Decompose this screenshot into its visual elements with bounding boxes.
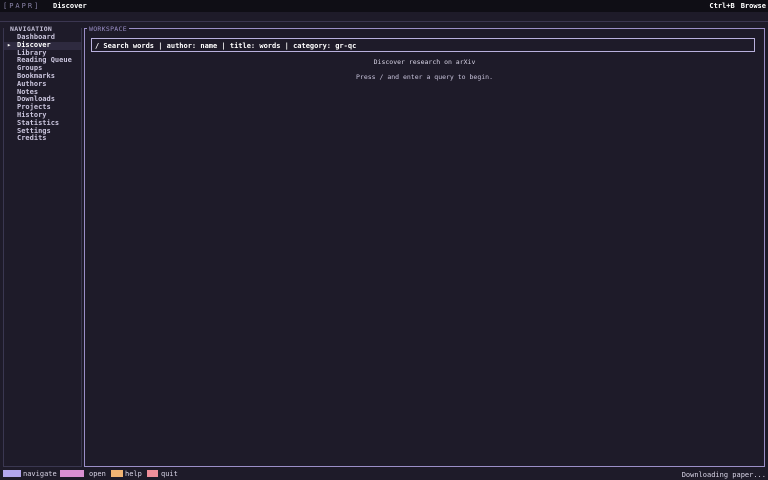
active-marker-icon: ▸	[7, 40, 12, 49]
key-help-label: help	[125, 470, 142, 478]
status-bar: navigate open help quit Downloading paper..…	[0, 468, 768, 480]
shortcut-action: Browse	[740, 2, 766, 10]
sidebar-item-label: Statistics	[17, 118, 60, 127]
key-quit-swatch	[147, 470, 158, 477]
key-quit-label: quit	[161, 470, 178, 478]
sidebar-item-label: Downloads	[17, 95, 55, 104]
sidebar-item-label: Dashboard	[17, 33, 55, 41]
browse-shortcut[interactable]: Ctrl+B Browse	[709, 2, 766, 10]
sidebar-item-label: Notes	[17, 87, 39, 96]
sidebar-item-label: Groups	[17, 64, 43, 73]
sidebar-item-label: Credits	[17, 134, 47, 143]
workspace-heading: Discover research on arXiv	[373, 58, 476, 66]
sidebar-item-label: Discover	[17, 40, 51, 49]
sidebar-item-label: History	[17, 110, 47, 119]
sidebar-item-label: Authors	[17, 79, 47, 88]
sidebar-item-credits[interactable]: Credits	[4, 134, 81, 143]
sidebar-item-authors[interactable]: Authors	[4, 79, 81, 89]
shortcut-key: Ctrl+B	[709, 2, 735, 10]
workspace-panel: WORKSPACE / Search words | author: name …	[84, 25, 765, 467]
sidebar-item-label: Bookmarks	[17, 71, 55, 80]
key-open-swatch	[60, 470, 84, 477]
sidebar-item-label: Reading Queue	[17, 56, 72, 65]
navigation-label: NAVIGATION	[8, 25, 55, 33]
screen-title: Discover	[53, 2, 87, 10]
key-navigate-swatch	[3, 470, 21, 477]
navigation-panel: NAVIGATION Dashboard ▸ Discover Library Read…	[3, 25, 82, 467]
sidebar-item-reading-queue[interactable]: Reading Queue	[4, 56, 81, 65]
key-navigate-label: navigate	[23, 470, 57, 478]
app-brand: [PAPR]	[3, 2, 41, 10]
search-input[interactable]: / Search words | author: name | title: w…	[91, 38, 755, 52]
status-message: Downloading paper...	[681, 471, 766, 479]
navigation-list: Dashboard ▸ Discover Library Reading Queue Gr…	[4, 33, 81, 143]
top-bar: [PAPR] Discover Ctrl+B Browse	[0, 0, 768, 12]
sidebar-item-label: Library	[17, 48, 47, 57]
workspace-label: WORKSPACE	[87, 25, 129, 33]
sidebar-item-label: Settings	[17, 126, 51, 135]
key-open-label: open	[89, 470, 106, 478]
workspace-subtext: Press / and enter a query to begin.	[356, 73, 493, 81]
key-help-swatch	[111, 470, 123, 477]
sidebar-item-label: Projects	[17, 103, 51, 112]
header-divider	[0, 21, 768, 22]
